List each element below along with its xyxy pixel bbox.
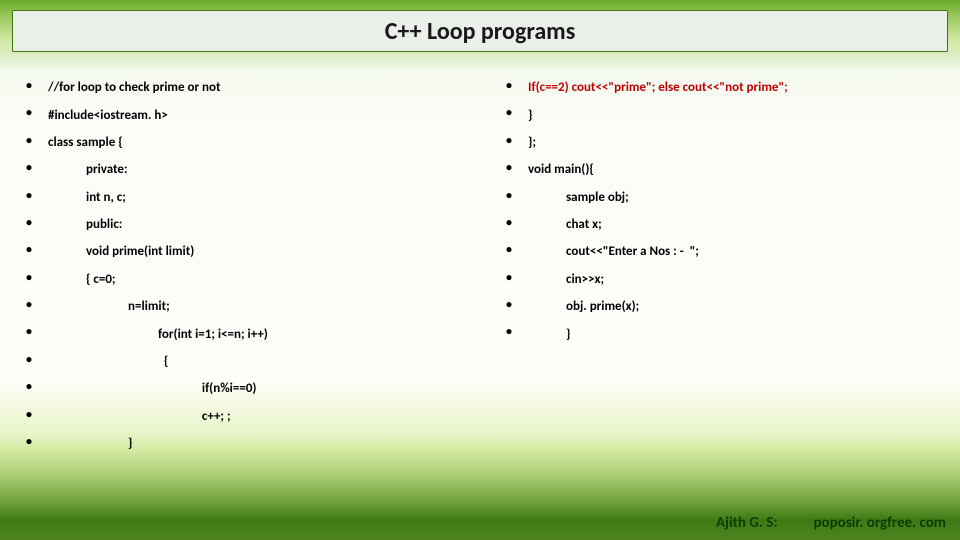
bullet-item: //for loop to check prime or not bbox=[0, 74, 470, 101]
right-bullet-list: If(c==2) cout<<"prime"; else cout<<"not … bbox=[480, 74, 950, 348]
bullet-item: cin>>x; bbox=[480, 266, 950, 293]
slide: C++ Loop programs //for loop to check pr… bbox=[0, 0, 960, 540]
bullet-item: n=limit; bbox=[0, 293, 470, 320]
left-column: //for loop to check prime or not#include… bbox=[0, 68, 480, 494]
bullet-item: c++; ; bbox=[0, 403, 470, 430]
bullet-item: #include<iostream. h> bbox=[0, 101, 470, 128]
bullet-item: } bbox=[480, 101, 950, 128]
right-column: If(c==2) cout<<"prime"; else cout<<"not … bbox=[480, 68, 960, 494]
bullet-item: } bbox=[0, 430, 470, 457]
bullet-item: void prime(int limit) bbox=[0, 238, 470, 265]
bullet-item: }; bbox=[480, 129, 950, 156]
bullet-item: private: bbox=[0, 156, 470, 183]
bullet-item: If(c==2) cout<<"prime"; else cout<<"not … bbox=[480, 74, 950, 101]
bullet-item: { c=0; bbox=[0, 266, 470, 293]
bullet-item: void main(){ bbox=[480, 156, 950, 183]
bullet-item: sample obj; bbox=[480, 184, 950, 211]
content-columns: //for loop to check prime or not#include… bbox=[0, 68, 960, 494]
bullet-item: cout<<"Enter a Nos : - "; bbox=[480, 238, 950, 265]
bullet-item: { bbox=[0, 348, 470, 375]
bullet-item: class sample { bbox=[0, 129, 470, 156]
bullet-item: public: bbox=[0, 211, 470, 238]
left-bullet-list: //for loop to check prime or not#include… bbox=[0, 74, 470, 457]
footer-author: Ajith G. S: bbox=[716, 514, 777, 532]
bullet-item: int n, c; bbox=[0, 184, 470, 211]
title-bar: C++ Loop programs bbox=[12, 10, 948, 52]
bullet-item: chat x; bbox=[480, 211, 950, 238]
bullet-item: for(int i=1; i<=n; i++) bbox=[0, 320, 470, 347]
slide-title: C++ Loop programs bbox=[385, 17, 576, 46]
bullet-item: if(n%i==0) bbox=[0, 375, 470, 402]
bullet-item: obj. prime(x); bbox=[480, 293, 950, 320]
bullet-item: } bbox=[480, 320, 950, 347]
footer: Ajith G. S: poposir. orgfree. com bbox=[0, 512, 946, 534]
footer-site: poposir. orgfree. com bbox=[813, 514, 946, 532]
